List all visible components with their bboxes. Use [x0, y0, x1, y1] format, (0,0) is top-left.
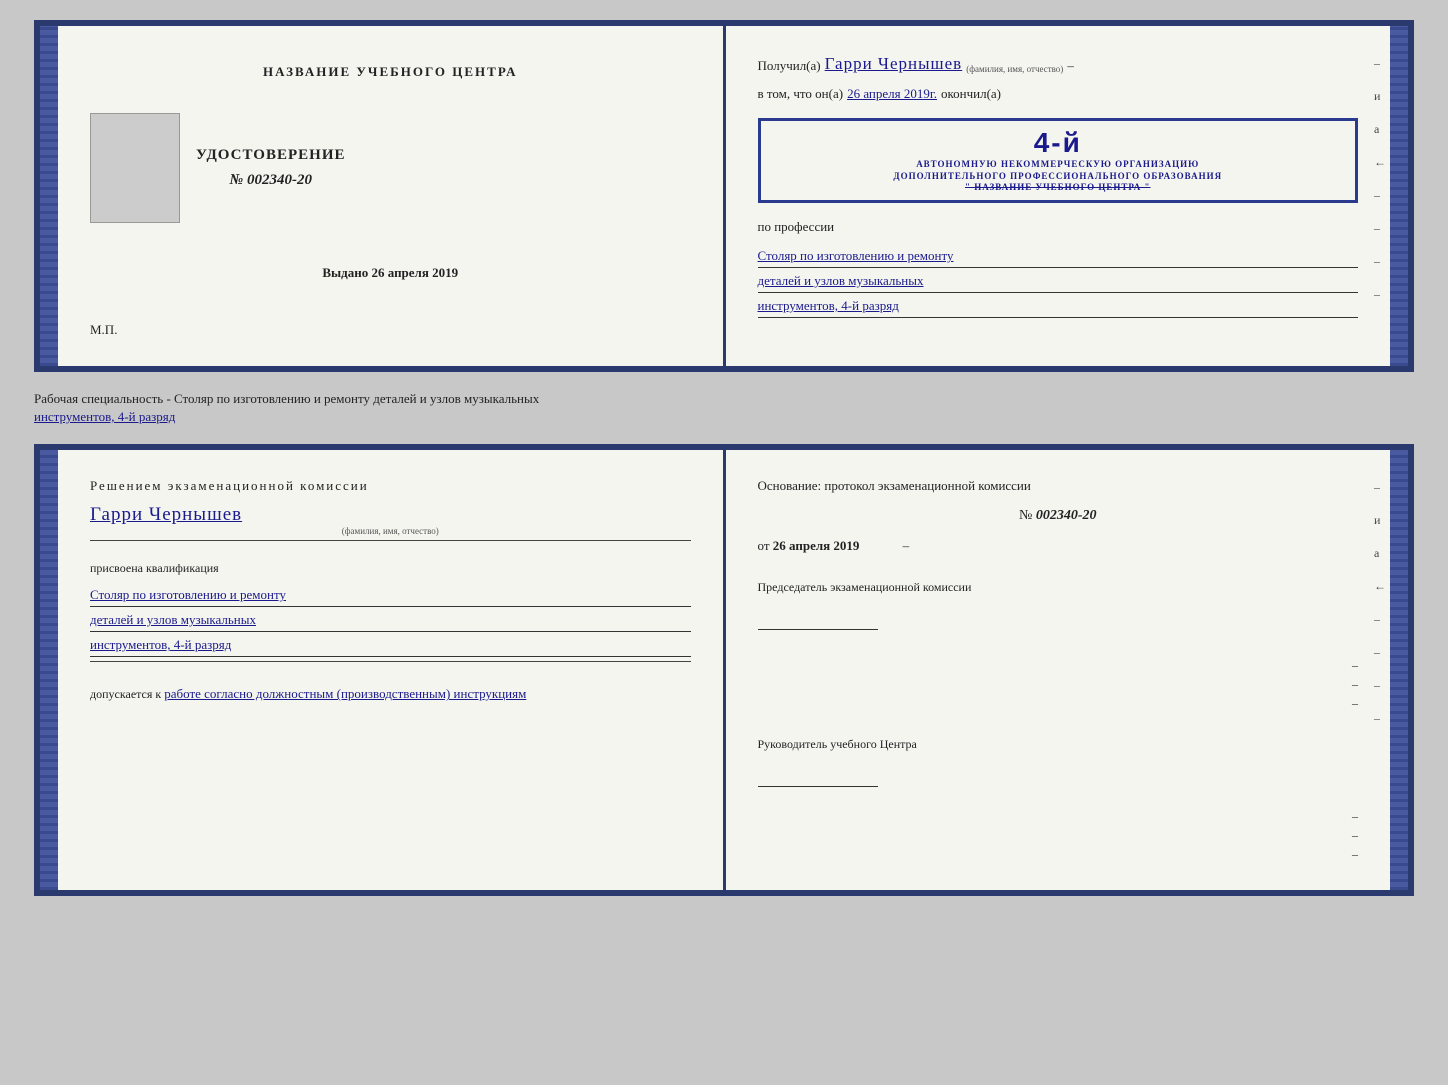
allowed-text: работе согласно должностным (производств…: [164, 686, 526, 701]
bottom-right-dashes: – – –: [758, 809, 1359, 862]
director-signature-line: [758, 767, 878, 787]
top-doc-left: НАЗВАНИЕ УЧЕБНОГО ЦЕНТРА УДОСТОВЕРЕНИЕ №…: [58, 26, 726, 366]
received-line: Получил(а) Гарри Чернышев (фамилия, имя,…: [758, 54, 1359, 74]
protocol-label: Основание: протокол экзаменационной коми…: [758, 478, 1359, 494]
photo-placeholder: [90, 113, 180, 223]
bottom-doc-right: Основание: протокол экзаменационной коми…: [726, 450, 1391, 890]
spine-right-bottom: [1390, 450, 1408, 890]
school-name-label: НАЗВАНИЕ УЧЕБНОГО ЦЕНТРА: [263, 64, 518, 80]
chairman-signature-line: [758, 610, 878, 630]
profession-label: по профессии: [758, 219, 1359, 235]
stamp-grade: 4-й: [771, 127, 1346, 159]
bottom-doc-left: Решением экзаменационной комиссии Гарри …: [58, 450, 726, 890]
stamp-line3: " НАЗВАНИЕ УЧЕБНОГО ЦЕНТРА ": [771, 182, 1346, 194]
chairman-label: Председатель экзаменационной комиссии: [758, 578, 1359, 596]
spine-left: [40, 26, 58, 366]
bottom-qualification-text: Столяр по изготовлению и ремонту деталей…: [90, 586, 691, 666]
top-document: НАЗВАНИЕ УЧЕБНОГО ЦЕНТРА УДОСТОВЕРЕНИЕ №…: [34, 20, 1414, 372]
profession-text: Столяр по изготовлению и ремонту деталей…: [758, 247, 1359, 322]
decision-title: Решением экзаменационной комиссии: [90, 478, 691, 494]
cert-number: № 002340-20: [230, 172, 312, 189]
in-that-line: в том, что он(а) 26 апреля 2019г. окончи…: [758, 86, 1359, 102]
allowed-line: допускается к работе согласно должностны…: [90, 686, 691, 702]
left-mid-section: УДОСТОВЕРЕНИЕ № 002340-20: [90, 113, 691, 223]
right-vertical: – – –: [758, 658, 1359, 711]
between-text-underlined: инструментов, 4-й разряд: [34, 409, 175, 424]
mp-label: М.П.: [90, 322, 117, 338]
right-date: от 26 апреля 2019 –: [758, 538, 1359, 554]
vertical-letters-right-bottom: –иа←––––: [1374, 480, 1386, 726]
assigned-label: присвоена квалификация: [90, 561, 691, 576]
in-that-date: 26 апреля 2019г.: [847, 86, 937, 102]
stamp-line2: ДОПОЛНИТЕЛЬНОГО ПРОФЕССИОНАЛЬНОГО ОБРАЗО…: [771, 171, 1346, 183]
vertical-letters-right: –иа←––––: [1374, 56, 1386, 302]
spine-left-bottom: [40, 450, 58, 890]
cert-info: УДОСТОВЕРЕНИЕ № 002340-20: [196, 147, 346, 189]
bottom-recipient-name: Гарри Чернышев: [90, 504, 691, 526]
between-text: Рабочая специальность - Столяр по изгото…: [34, 390, 1414, 426]
spine-right: [1390, 26, 1408, 366]
bottom-name-section: Гарри Чернышев (фамилия, имя, отчество): [90, 504, 691, 545]
stamp-line1: АВТОНОМНУЮ НЕКОММЕРЧЕСКУЮ ОРГАНИЗАЦИЮ: [771, 159, 1346, 171]
cert-title: УДОСТОВЕРЕНИЕ: [196, 147, 346, 164]
recipient-name: Гарри Чернышев: [825, 54, 963, 74]
issued-line: Выдано 26 апреля 2019: [322, 265, 458, 281]
stamp-box: 4-й АВТОНОМНУЮ НЕКОММЕРЧЕСКУЮ ОРГАНИЗАЦИ…: [758, 118, 1359, 203]
director-label: Руководитель учебного Центра: [758, 735, 1359, 753]
bottom-document: Решением экзаменационной комиссии Гарри …: [34, 444, 1414, 896]
bottom-name-label: (фамилия, имя, отчество): [90, 526, 691, 536]
top-doc-right: Получил(а) Гарри Чернышев (фамилия, имя,…: [726, 26, 1391, 366]
right-number: № 002340-20: [758, 508, 1359, 524]
